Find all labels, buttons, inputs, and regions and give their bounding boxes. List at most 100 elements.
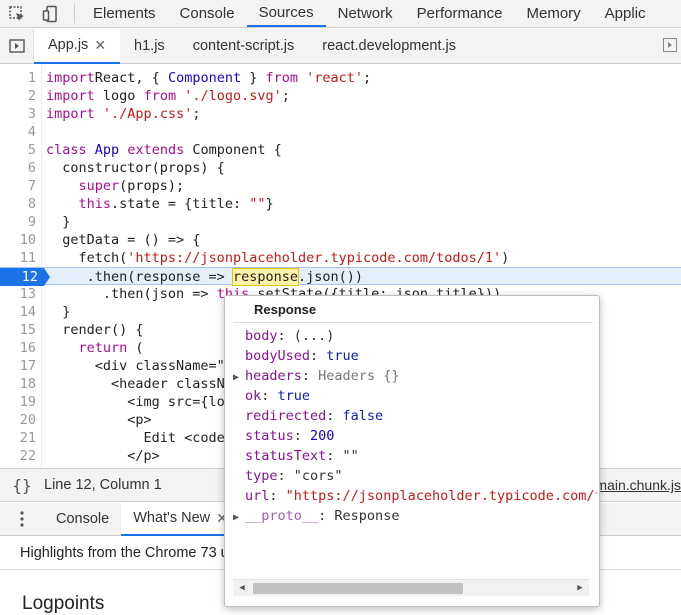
code-line[interactable]: 10 getData = () => { <box>0 231 681 249</box>
property-value: "" <box>342 448 359 464</box>
drawer-tab-console[interactable]: Console <box>44 503 121 536</box>
line-number[interactable]: 13 <box>0 285 38 303</box>
code-token: class <box>46 142 87 158</box>
file-tab-label: react.development.js <box>322 38 457 54</box>
code-line[interactable]: 2 import logo from './logo.svg'; <box>0 87 681 105</box>
property-value: "https://jsonplaceholder.typicode.com/to… <box>285 488 597 504</box>
hovered-token[interactable]: response <box>231 268 299 286</box>
pretty-print-button[interactable]: {} <box>0 476 44 495</box>
property-key: status <box>245 428 294 444</box>
source-link[interactable]: main.chunk.js <box>595 477 681 493</box>
code-token: } <box>265 196 274 212</box>
line-code: this.state = {title: ""} <box>46 195 274 213</box>
drawer-menu-icon[interactable] <box>0 511 44 527</box>
file-tab-react-development-js[interactable]: react.development.js <box>308 29 470 64</box>
line-number[interactable]: 7 <box>0 177 38 195</box>
scroll-left-icon[interactable]: ◀ <box>235 581 249 596</box>
sources-file-tabs: App.js ✕ h1.js content-script.js react.devel… <box>0 28 681 64</box>
code-line[interactable]: 12 .then(response => response.json()) <box>0 267 681 286</box>
expand-arrow-icon[interactable]: ▶ <box>233 508 245 526</box>
line-number[interactable]: 15 <box>0 321 38 339</box>
line-number[interactable]: 22 <box>0 447 38 465</box>
code-token: ) <box>501 250 510 266</box>
line-number[interactable]: 19 <box>0 393 38 411</box>
popover-title-divider <box>233 322 593 323</box>
property-key: bodyUsed <box>245 348 311 364</box>
property-key: url <box>245 488 270 504</box>
code-line[interactable]: 3 import './App.css'; <box>0 105 681 123</box>
line-code: importReact, { Component } from 'react'; <box>46 69 371 87</box>
inspect-icon[interactable] <box>0 0 34 28</box>
tab-console[interactable]: Console <box>168 0 247 27</box>
code-line[interactable]: 1 importReact, { Component } from 'react'… <box>0 69 681 87</box>
code-line[interactable]: 9 } <box>0 213 681 231</box>
tab-network[interactable]: Network <box>326 0 405 27</box>
property-type: type: "cors" <box>245 468 343 484</box>
property-body: body: (...) <box>245 328 335 344</box>
expand-arrow-icon[interactable]: ▶ <box>233 368 245 386</box>
code-line[interactable]: 7 super(props); <box>0 177 681 195</box>
line-number[interactable]: 1 <box>0 69 38 87</box>
scroll-right-icon[interactable]: ▶ <box>573 581 587 596</box>
code-token: .state = {title: <box>111 196 250 212</box>
drawer-tab-what-s-new[interactable]: What's New ✕ <box>121 502 240 536</box>
property-key: body <box>245 328 278 344</box>
line-number[interactable]: 10 <box>0 231 38 249</box>
property-proto[interactable]: ▶ __proto__: Response <box>233 506 597 526</box>
code-line[interactable]: 4 <box>0 123 681 141</box>
file-tab-app-js[interactable]: App.js ✕ <box>34 28 121 64</box>
scrollbar-thumb[interactable] <box>253 583 463 594</box>
line-code: render() { <box>46 321 143 339</box>
code-token: this <box>78 196 112 212</box>
line-number[interactable]: 4 <box>0 123 38 141</box>
line-number[interactable]: 5 <box>0 141 38 159</box>
code-line[interactable]: 6 constructor(props) { <box>0 159 681 177</box>
code-token: './App.css' <box>102 106 193 122</box>
tab-performance[interactable]: Performance <box>405 0 515 27</box>
line-number[interactable]: 12 <box>0 268 50 286</box>
device-toggle-icon[interactable] <box>34 0 68 28</box>
line-number[interactable]: 14 <box>0 303 38 321</box>
tab-elements[interactable]: Elements <box>81 0 168 27</box>
close-icon[interactable]: ✕ <box>94 37 106 54</box>
popover-horizontal-scrollbar[interactable]: ◀ ▶ <box>233 579 589 596</box>
code-token: 'react' <box>306 70 364 86</box>
line-number[interactable]: 2 <box>0 87 38 105</box>
object-preview-popover: Response body: (...) bodyUsed: true ▶ heade… <box>224 295 600 607</box>
property-bodyUsed: bodyUsed: true <box>245 348 359 364</box>
line-number[interactable]: 18 <box>0 375 38 393</box>
line-number[interactable]: 3 <box>0 105 38 123</box>
line-number[interactable]: 6 <box>0 159 38 177</box>
code-token: ( <box>127 340 144 356</box>
code-line[interactable]: 8 this.state = {title: ""} <box>0 195 681 213</box>
line-number[interactable]: 16 <box>0 339 38 357</box>
file-tab-content-script-js[interactable]: content-script.js <box>179 29 309 64</box>
line-number[interactable]: 20 <box>0 411 38 429</box>
code-line[interactable]: 11 fetch('https://jsonplaceholder.typico… <box>0 249 681 267</box>
tab-applic[interactable]: Applic <box>593 0 658 27</box>
code-line[interactable]: 5 class App extends Component { <box>0 141 681 159</box>
property-value: Response <box>334 508 400 524</box>
line-number[interactable]: 11 <box>0 249 38 267</box>
code-token: App <box>94 142 120 158</box>
line-code: .then(response => response.json()) <box>46 268 363 286</box>
line-number[interactable]: 9 <box>0 213 38 231</box>
line-number[interactable]: 8 <box>0 195 38 213</box>
line-number[interactable]: 21 <box>0 429 38 447</box>
navigator-toggle-icon[interactable] <box>0 28 34 64</box>
file-tab-h1-js[interactable]: h1.js <box>120 29 179 64</box>
code-token: .then(response => <box>46 269 233 285</box>
line-code: } <box>46 213 70 231</box>
line-number[interactable]: 17 <box>0 357 38 375</box>
tab-sources[interactable]: Sources <box>246 0 326 27</box>
code-token: from <box>265 70 298 86</box>
line-code: class App extends Component { <box>46 141 282 159</box>
code-token: "" <box>249 196 266 212</box>
property-headers[interactable]: ▶ headers: Headers {} <box>233 366 597 386</box>
code-token: <p> <box>46 412 152 428</box>
tab-memory[interactable]: Memory <box>515 0 593 27</box>
debugger-toggle-icon[interactable] <box>663 38 679 54</box>
